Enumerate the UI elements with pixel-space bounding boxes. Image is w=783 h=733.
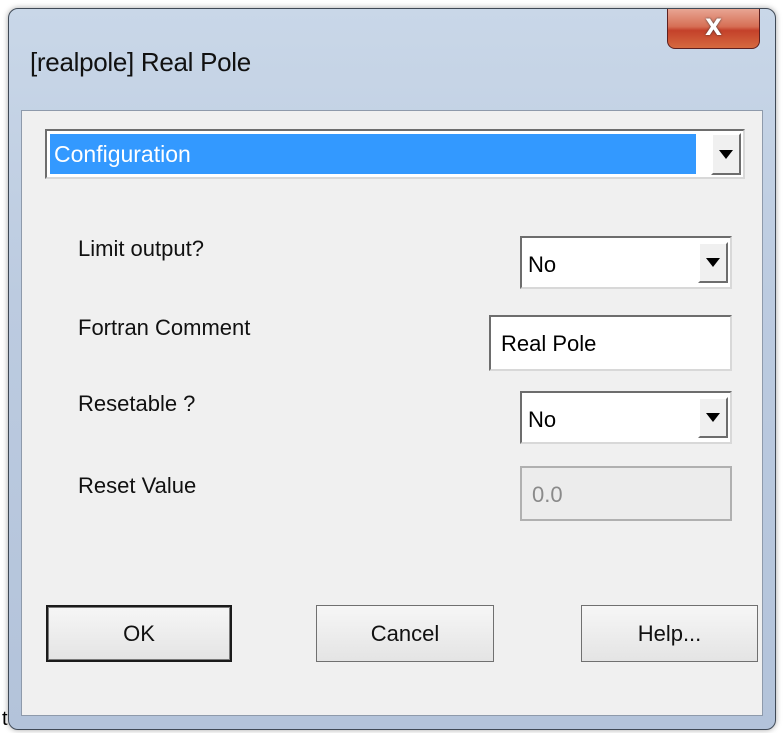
close-icon: X — [705, 16, 722, 41]
chevron-down-icon — [706, 413, 720, 422]
screen: t [realpole] Real Pole X Configuration L… — [0, 0, 783, 733]
cancel-button[interactable]: Cancel — [316, 605, 494, 662]
resetable-dropdown[interactable]: No — [520, 391, 732, 444]
category-dropdown[interactable]: Configuration — [45, 129, 745, 179]
limit-output-dropdown[interactable]: No — [520, 236, 732, 289]
dialog-window: [realpole] Real Pole X Configuration Lim… — [8, 8, 776, 730]
help-button[interactable]: Help... — [581, 605, 758, 662]
category-dropdown-button[interactable] — [711, 133, 741, 175]
dialog-body: Configuration Limit output? No Fortran C… — [21, 110, 763, 716]
reset-value-input: 0.0 — [520, 466, 732, 521]
window-title: [realpole] Real Pole — [30, 47, 251, 77]
ok-button[interactable]: OK — [46, 605, 232, 662]
fortran-comment-label: Fortran Comment — [78, 315, 251, 340]
category-selected-value: Configuration — [50, 134, 696, 174]
chevron-down-icon — [719, 149, 733, 159]
limit-output-label: Limit output? — [78, 236, 204, 261]
limit-output-dropdown-button[interactable] — [698, 242, 728, 283]
limit-output-value: No — [528, 252, 557, 277]
chevron-down-icon — [706, 258, 720, 267]
resetable-value: No — [528, 407, 557, 432]
resetable-label: Resetable ? — [78, 391, 196, 416]
fortran-comment-input[interactable]: Real Pole — [489, 315, 732, 371]
title-bar[interactable]: [realpole] Real Pole X — [9, 9, 775, 105]
reset-value-label: Reset Value — [78, 473, 197, 498]
resetable-dropdown-button[interactable] — [698, 397, 728, 438]
close-button[interactable]: X — [667, 9, 760, 49]
stray-text: t — [2, 708, 8, 730]
